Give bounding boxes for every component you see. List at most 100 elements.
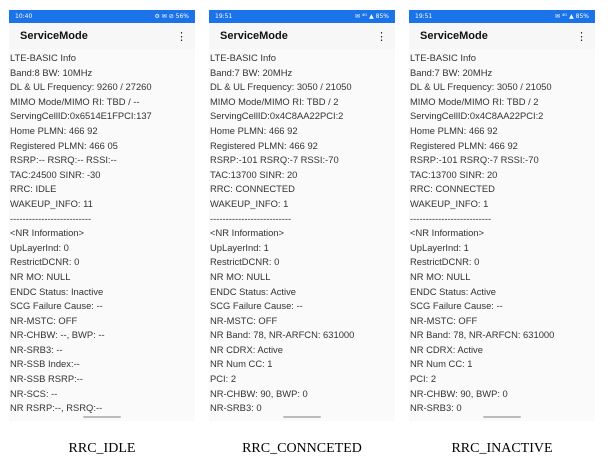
info-line: PCI: 2 — [210, 373, 237, 385]
info-line: NR Band: 78, NR-ARFCN: 631000 — [210, 329, 355, 341]
info-line: SCG Failure Cause: -- — [10, 300, 103, 312]
phone-screen-idle: 10:40 ⚙ ✉ ⊘ 56% ServiceMode ⋮ LTE-BASIC … — [9, 10, 195, 421]
info-line: NR Num CC: 1 — [410, 358, 473, 370]
info-line: NR CDRX: Active — [210, 343, 283, 355]
phone-screen-inactive: 19:51 ✉ ⁴ᴳ ▲ 85% ServiceMode ⋮ LTE-BASIC… — [409, 10, 595, 421]
info-line: Home PLMN: 466 92 — [410, 124, 498, 136]
status-time: 19:51 — [215, 13, 233, 20]
more-vert-icon[interactable]: ⋮ — [176, 30, 187, 43]
info-line: <NR Information> — [410, 227, 484, 239]
info-line: WAKEUP_INFO: 11 — [10, 197, 93, 209]
status-icons: ✉ ⁴ᴳ ▲ 85% — [554, 13, 589, 20]
nav-handle[interactable] — [283, 416, 321, 418]
info-line: Band:8 BW: 10MHz — [10, 66, 93, 78]
app-bar: ServiceMode ⋮ — [9, 23, 195, 49]
app-title: ServiceMode — [220, 30, 288, 42]
info-line: MIMO Mode/MIMO RI: TBD / 2 — [410, 95, 539, 107]
more-vert-icon[interactable]: ⋮ — [376, 30, 387, 43]
app-title: ServiceMode — [420, 30, 488, 42]
info-line: TAC:13700 SINR: 20 — [210, 168, 298, 180]
info-line: RestrictDCNR: 0 — [10, 256, 80, 268]
status-icons: ⚙ ✉ ⊘ 56% — [154, 13, 190, 20]
info-line: SCG Failure Cause: -- — [210, 300, 303, 312]
info-line: Registered PLMN: 466 92 — [410, 139, 518, 151]
info-line: NR-SRB3: -- — [10, 343, 63, 355]
info-line: NR-SSB RSRP:-- — [10, 373, 83, 385]
info-line: ENDC Status: Active — [210, 285, 296, 297]
info-line: NR-MSTC: OFF — [210, 314, 278, 326]
info-line: NR CDRX: Active — [410, 343, 483, 355]
info-line: DL & UL Frequency: 9260 / 27260 — [10, 81, 152, 93]
info-line: RRC: CONNECTED — [410, 183, 495, 195]
caption-idle: RRC_IDLE — [68, 441, 136, 456]
info-line: MIMO Mode/MIMO RI: TBD / 2 — [210, 95, 339, 107]
info-line: NR-CHBW: 90, BWP: 0 — [410, 387, 508, 399]
info-line: DL & UL Frequency: 3050 / 21050 — [410, 81, 552, 93]
info-list: LTE-BASIC Info Band:8 BW: 10MHz DL & UL Fr… — [9, 49, 195, 416]
info-line: NR-MSTC: OFF — [410, 314, 478, 326]
info-line: Registered PLMN: 466 05 — [10, 139, 118, 151]
app-bar: ServiceMode ⋮ — [409, 23, 595, 49]
info-line: -------------------------- — [210, 212, 292, 224]
info-list: LTE-BASIC Info Band:7 BW: 20MHz DL & UL Fr… — [209, 49, 395, 416]
info-line: NR-MSTC: OFF — [10, 314, 78, 326]
more-vert-icon[interactable]: ⋮ — [576, 30, 587, 43]
info-line: NR-CHBW: --, BWP: -- — [10, 329, 105, 341]
app-bar: ServiceMode ⋮ — [209, 23, 395, 49]
info-line: RestrictDCNR: 0 — [210, 256, 280, 268]
info-line: Home PLMN: 466 92 — [210, 124, 298, 136]
info-line: NR MO: NULL — [10, 270, 71, 282]
caption-connected: RRC_CONNCETED — [242, 441, 362, 456]
info-line: SCG Failure Cause: -- — [410, 300, 503, 312]
info-line: Home PLMN: 466 92 — [10, 124, 98, 136]
status-time: 10:40 — [15, 13, 33, 20]
info-line: WAKEUP_INFO: 1 — [410, 197, 489, 209]
info-line: -------------------------- — [10, 212, 92, 224]
info-line: ServingCellID:0x4C8AA22PCI:2 — [210, 110, 344, 122]
info-line: <NR Information> — [10, 227, 84, 239]
info-line: RSRP:-101 RSRQ:-7 RSSI:-70 — [410, 154, 539, 166]
info-line: TAC:13700 SINR: 20 — [410, 168, 498, 180]
phone-screen-connected: 19:51 ✉ ⁴ᴳ ▲ 85% ServiceMode ⋮ LTE-BASIC… — [209, 10, 395, 421]
status-bar: 19:51 ✉ ⁴ᴳ ▲ 85% — [209, 10, 395, 23]
info-line: Registered PLMN: 466 92 — [210, 139, 318, 151]
status-bar: 10:40 ⚙ ✉ ⊘ 56% — [9, 10, 195, 23]
info-line: PCI: 2 — [410, 373, 437, 385]
info-line: ServingCellID:0x6514E1FPCI:137 — [10, 110, 152, 122]
info-line: RSRP:-101 RSRQ:-7 RSSI:-70 — [210, 154, 339, 166]
nav-handle[interactable] — [83, 416, 121, 418]
info-line: NR RSRP:--, RSRQ:-- — [10, 402, 103, 414]
info-line: Band:7 BW: 20MHz — [210, 66, 293, 78]
info-line: MIMO Mode/MIMO RI: TBD / -- — [10, 95, 140, 107]
status-time: 19:51 — [415, 13, 433, 20]
info-line: UpLayerInd: 1 — [410, 241, 469, 253]
info-line: NR MO: NULL — [410, 270, 471, 282]
info-line: NR-SRB3: 0 — [410, 402, 462, 414]
caption-inactive: RRC_INACTIVE — [451, 441, 553, 456]
info-line: NR-SRB3: 0 — [210, 402, 262, 414]
info-line: UpLayerInd: 0 — [10, 241, 69, 253]
app-title: ServiceMode — [20, 30, 88, 42]
info-line: ENDC Status: Active — [410, 285, 496, 297]
info-line: RRC: IDLE — [10, 183, 57, 195]
info-line: -------------------------- — [410, 212, 492, 224]
info-line: RSRP:-- RSRQ:-- RSSI:-- — [10, 154, 117, 166]
info-line: <NR Information> — [210, 227, 284, 239]
info-line: Band:7 BW: 20MHz — [410, 66, 493, 78]
info-line: LTE-BASIC Info — [410, 52, 476, 63]
status-icons: ✉ ⁴ᴳ ▲ 85% — [354, 13, 389, 20]
info-line: UpLayerInd: 1 — [210, 241, 269, 253]
info-line: NR Num CC: 1 — [210, 358, 273, 370]
nav-handle[interactable] — [483, 416, 521, 418]
info-line: LTE-BASIC Info — [210, 52, 276, 63]
info-line: DL & UL Frequency: 3050 / 21050 — [210, 81, 352, 93]
info-line: RRC: CONNECTED — [210, 183, 295, 195]
info-list: LTE-BASIC Info Band:7 BW: 20MHz DL & UL Fr… — [409, 49, 595, 416]
info-line: WAKEUP_INFO: 1 — [210, 197, 289, 209]
info-line: NR Band: 78, NR-ARFCN: 631000 — [410, 329, 555, 341]
info-line: LTE-BASIC Info — [10, 52, 76, 63]
status-bar: 19:51 ✉ ⁴ᴳ ▲ 85% — [409, 10, 595, 23]
info-line: NR-SSB Index:-- — [10, 358, 80, 370]
info-line: NR-SCS: -- — [10, 387, 58, 399]
info-line: NR MO: NULL — [210, 270, 271, 282]
